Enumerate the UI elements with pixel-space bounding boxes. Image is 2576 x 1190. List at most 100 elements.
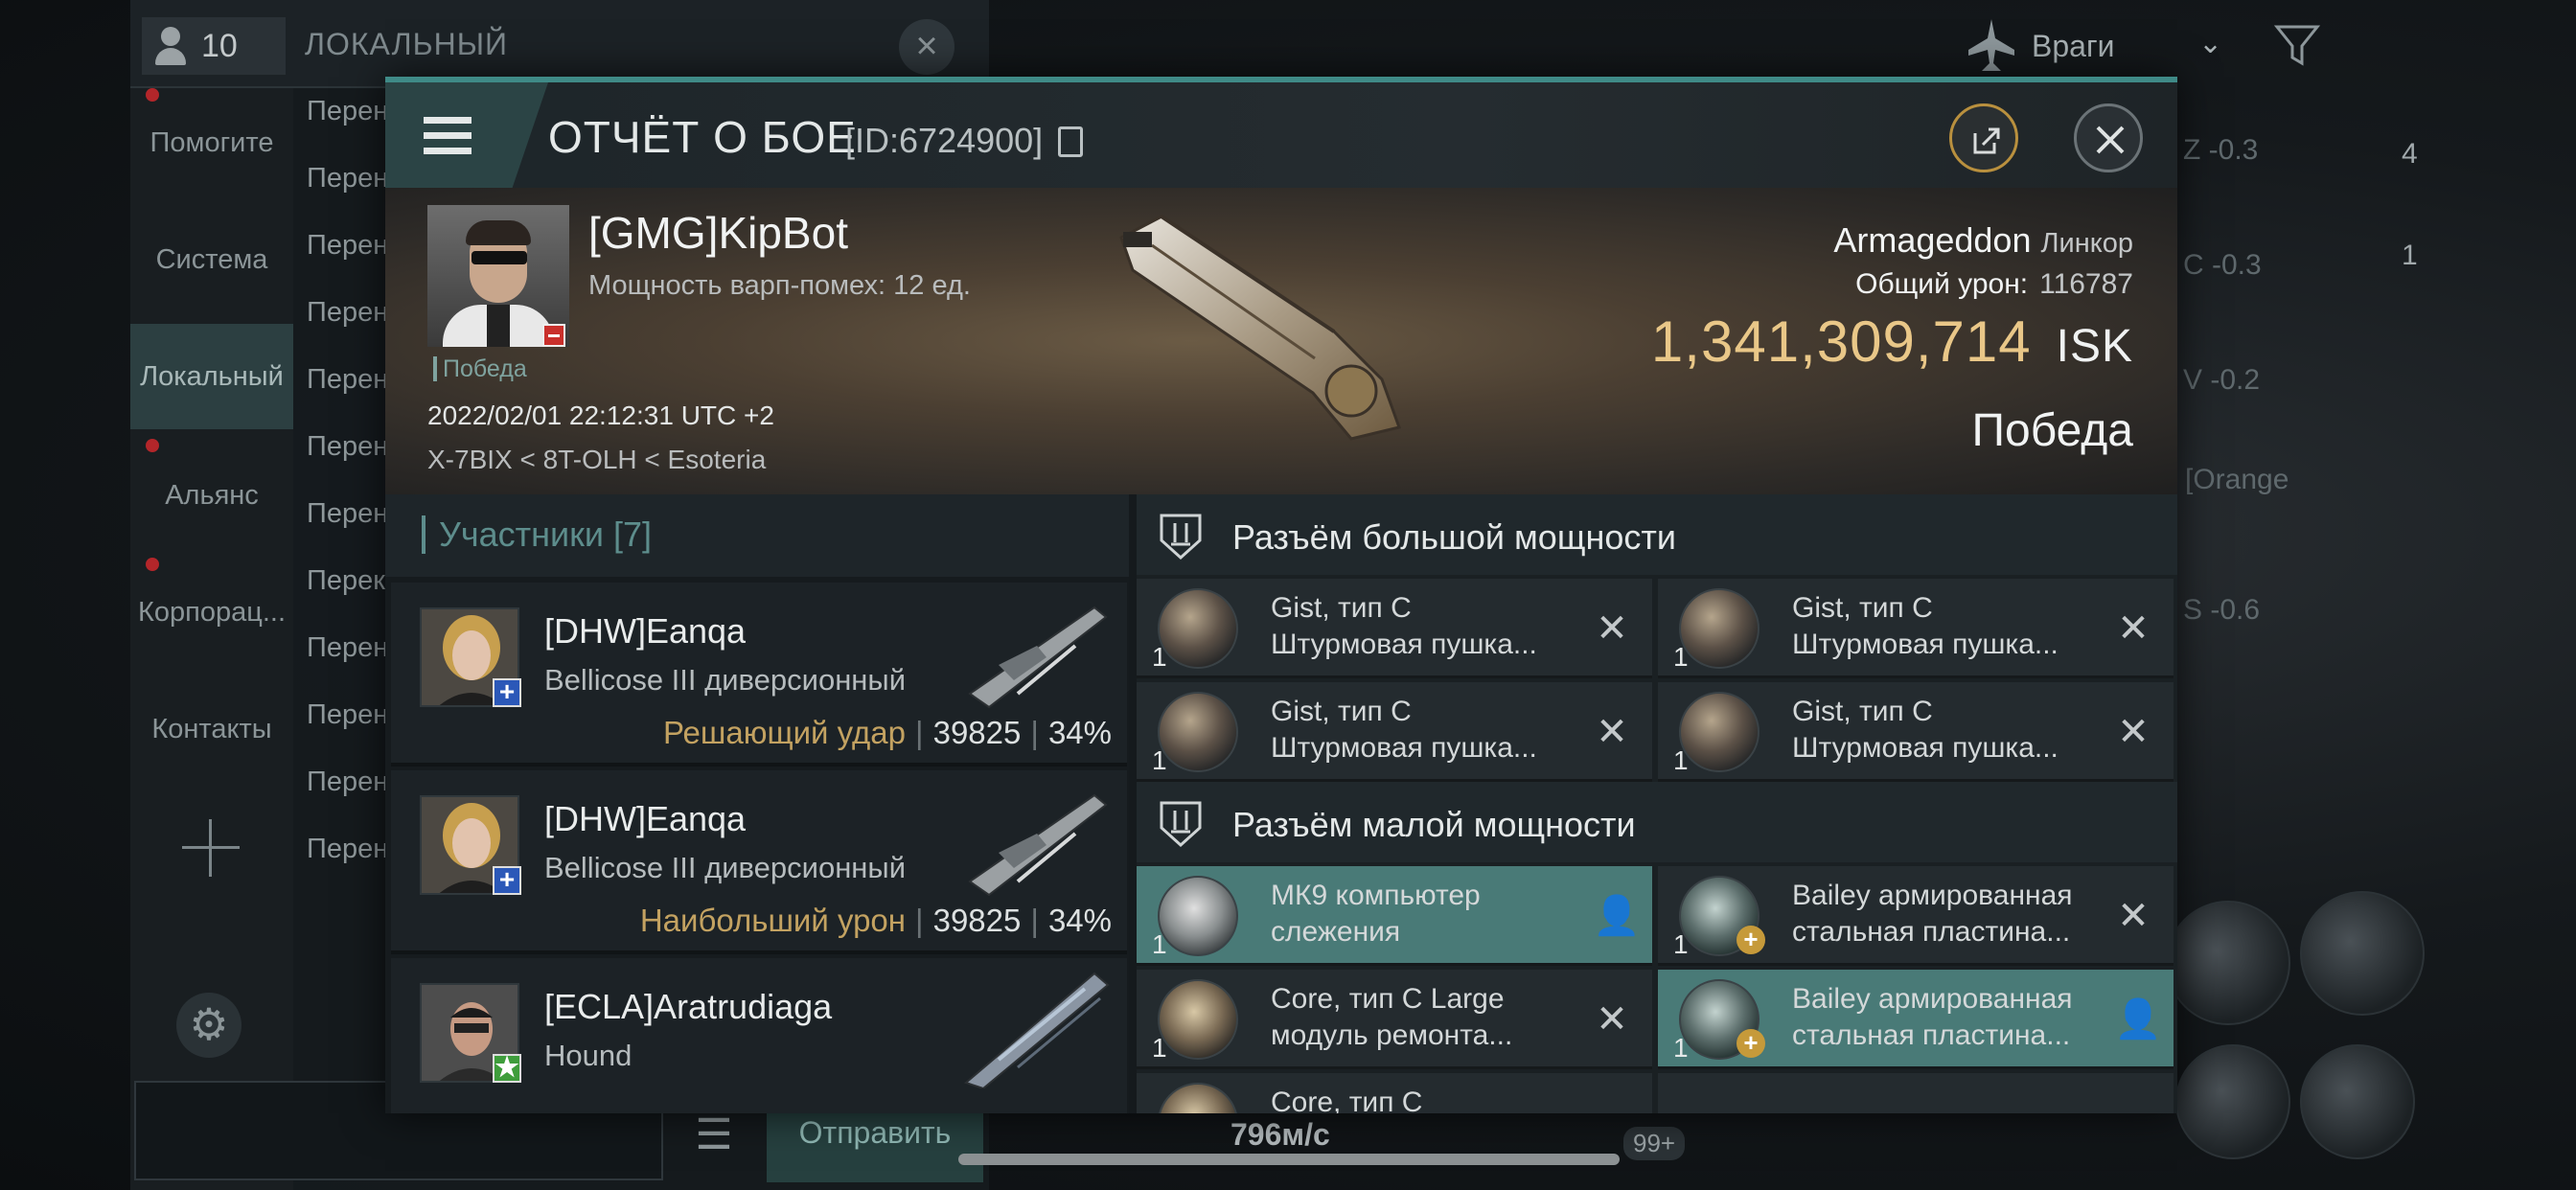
module-button[interactable] xyxy=(2166,901,2290,1025)
module-button[interactable] xyxy=(2175,1044,2290,1159)
low-slots-title: Разъём малой мощности xyxy=(1232,805,1636,844)
high-slot-item[interactable]: 1 Gist, тип C Штурмовая пушка... ✕ xyxy=(1658,682,2174,782)
sidebar-item-system[interactable]: Система xyxy=(130,207,293,312)
item-type: модуль ремонта... xyxy=(1271,1019,1513,1051)
item-qty: 1 xyxy=(1152,1033,1167,1063)
participant-ship-image xyxy=(968,793,1108,897)
overview-value: Z -0.3 xyxy=(2183,134,2259,166)
module-button[interactable] xyxy=(2300,891,2425,1016)
module-icon xyxy=(1679,588,1760,669)
chat-message: Перен xyxy=(307,632,389,663)
participant-row[interactable]: + [DHW]Eanqa Bellicose III диверсионный … xyxy=(391,770,1127,954)
item-type: Штурмовая пушка... xyxy=(1792,629,2058,660)
kill-location[interactable]: X-7BIX < 8T-OLH < Esoteria xyxy=(427,445,766,475)
filter-icon[interactable] xyxy=(2273,21,2321,69)
participant-row[interactable]: + [DHW]Eanqa Bellicose III диверсионный … xyxy=(391,583,1127,767)
participant-name: [DHW]Eanqa xyxy=(544,799,747,838)
share-button[interactable] xyxy=(1949,103,2018,172)
menu-button[interactable] xyxy=(385,82,548,188)
participant-name: [ECLA]Aratrudiaga xyxy=(544,987,833,1026)
overview-filter[interactable]: Враги ⌄ xyxy=(1965,17,2576,75)
low-slot-item[interactable]: 1 МК9 компьютер слежения 👤 xyxy=(1137,866,1652,966)
item-qty: 1 xyxy=(1673,642,1689,672)
menu-icon xyxy=(424,117,472,124)
low-slot-item[interactable]: Core, тип C xyxy=(1137,1073,1652,1113)
final-blow-tag: Решающий удар xyxy=(662,715,907,750)
sidebar-item-local[interactable]: Локальный xyxy=(130,324,293,429)
participant-ship-image xyxy=(968,606,1108,709)
overview-value: [Orange xyxy=(2185,464,2289,495)
low-slot-item[interactable]: + 1 Bailey армированная стальная пластин… xyxy=(1658,970,2174,1069)
share-icon xyxy=(1973,127,2000,154)
close-button[interactable] xyxy=(2074,103,2143,172)
drone-count: 4 xyxy=(2402,138,2418,170)
close-icon xyxy=(2096,126,2125,154)
overview-value: C -0.3 xyxy=(2183,249,2262,281)
item-qty: 1 xyxy=(1673,745,1689,775)
gear-icon[interactable]: ⚙ xyxy=(176,993,242,1058)
speed-readout: 796м/с xyxy=(1230,1117,1330,1152)
destroyed-icon: ✕ xyxy=(1596,711,1628,753)
victim-name[interactable]: [GMG]KipBot xyxy=(588,207,848,259)
victim-ship-image[interactable] xyxy=(1094,188,1439,456)
top-damage-tag: Наибольший урон xyxy=(639,903,907,938)
chat-message: Перен xyxy=(307,834,389,864)
item-name: Gist, тип C xyxy=(1271,592,1412,624)
item-type: Штурмовая пушка... xyxy=(1271,629,1537,660)
chat-message: Перен xyxy=(307,767,389,797)
participants-header: Участники [7] xyxy=(385,494,1129,577)
kill-datetime: 2022/02/01 22:12:31 UTC +2 xyxy=(427,400,774,430)
ship-name[interactable]: Armageddon xyxy=(1833,220,2031,260)
overview-value: S -0.6 xyxy=(2183,594,2261,626)
module-button[interactable] xyxy=(2300,1044,2415,1159)
chat-close-icon[interactable]: × xyxy=(899,19,954,75)
module-icon xyxy=(1158,588,1238,669)
channel-title: ЛОКАЛЬНЫЙ xyxy=(305,27,509,61)
item-type: слежения xyxy=(1271,916,1401,948)
dropped-person-icon: 👤 xyxy=(1593,895,1641,937)
item-name: Bailey армированная xyxy=(1792,880,2073,911)
participant-stats: Наибольший урон | 39825 | 34% xyxy=(639,903,1112,938)
copy-icon[interactable] xyxy=(1058,126,1083,157)
chat-message: Перен xyxy=(307,431,389,462)
add-channel-icon[interactable] xyxy=(182,819,240,877)
low-slot-item[interactable] xyxy=(1658,1073,2174,1113)
result-label: Победа xyxy=(1971,405,2134,456)
participant-ship: Hound xyxy=(544,1039,632,1072)
overheat-icon: + xyxy=(1736,1029,1765,1058)
sidebar-item-help[interactable]: Помогите xyxy=(130,90,293,195)
participants-title: Участники [7] xyxy=(422,515,652,554)
chat-message: Перен xyxy=(307,498,389,529)
victory-tag: Победа xyxy=(433,356,527,381)
game-screen: 10 ЛОКАЛЬНЫЙ × Помогите Система Локальны… xyxy=(0,0,2576,1190)
module-icon xyxy=(1679,692,1760,772)
dropped-person-icon: 👤 xyxy=(2114,998,2162,1041)
high-slot-item[interactable]: 1 Gist, тип C Штурмовая пушка... ✕ xyxy=(1137,682,1652,782)
sidebar-item-contacts[interactable]: Контакты xyxy=(130,676,293,782)
dialog-title: ОТЧЁТ О БОЕ xyxy=(548,112,857,162)
high-slot-icon xyxy=(1160,514,1202,561)
participant-damage: 39825 xyxy=(932,903,1022,938)
sidebar-item-corporation[interactable]: Корпорац... xyxy=(130,560,293,665)
high-slot-item[interactable]: 1 Gist, тип C Штурмовая пушка... ✕ xyxy=(1658,579,2174,678)
item-qty: 1 xyxy=(1673,1033,1689,1063)
isk-value: 1,341,309,714 ISK xyxy=(1651,309,2133,375)
item-name: Gist, тип C xyxy=(1792,592,1933,624)
menu-icon xyxy=(424,132,472,139)
total-damage-value: 116787 xyxy=(2039,268,2133,300)
low-slot-item[interactable]: + 1 Bailey армированная стальная пластин… xyxy=(1658,866,2174,966)
participant-row[interactable]: ★ [ECLA]Aratrudiaga Hound xyxy=(391,958,1127,1113)
low-slot-item[interactable]: 1 Core, тип C Large модуль ремонта... ✕ xyxy=(1137,970,1652,1069)
high-slots-title: Разъём большой мощности xyxy=(1232,517,1676,557)
high-slot-item[interactable]: 1 Gist, тип C Штурмовая пушка... ✕ xyxy=(1137,579,1652,678)
menu-icon xyxy=(424,148,472,154)
sidebar-item-alliance[interactable]: Альянс xyxy=(130,443,293,548)
item-qty: 1 xyxy=(1152,642,1167,672)
filter-label: Враги xyxy=(2032,29,2115,63)
participant-name: [DHW]Eanqa xyxy=(544,611,747,651)
chat-member-count[interactable]: 10 xyxy=(142,17,286,75)
item-name: Core, тип C xyxy=(1271,1087,1423,1113)
chat-message: Перен xyxy=(307,297,389,328)
low-slots-header: Разъём малой мощности xyxy=(1137,782,2177,862)
chat-message: Перен xyxy=(307,364,389,395)
